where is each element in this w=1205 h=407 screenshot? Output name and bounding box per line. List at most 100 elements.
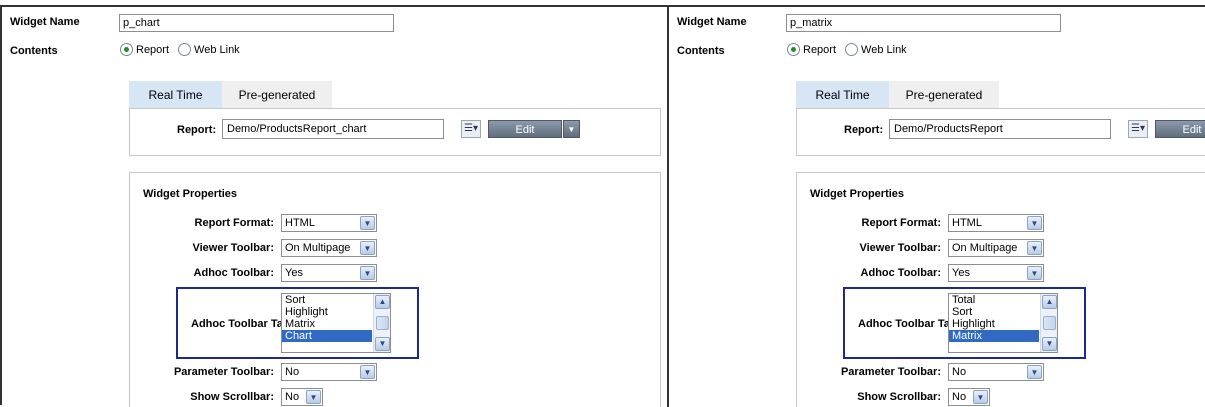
adhoc-toolbar-label: Adhoc Toolbar: bbox=[860, 267, 941, 279]
list-item[interactable]: Sort bbox=[949, 306, 1039, 318]
chevron-down-icon: ▼ bbox=[1027, 241, 1042, 255]
contents-label: Contents bbox=[677, 45, 725, 57]
scroll-thumb[interactable] bbox=[376, 316, 389, 330]
report-source-tabs: Real Time Pre-generated bbox=[129, 81, 332, 118]
adhoc-toolbar-select[interactable]: Yes ▼ bbox=[948, 264, 1044, 282]
scroll-up-icon[interactable]: ▲ bbox=[1042, 295, 1057, 309]
widget-properties-box: Widget Properties Report Format: HTML ▼ … bbox=[129, 172, 661, 407]
adhoc-toolbar-label: Adhoc Toolbar: bbox=[193, 267, 274, 279]
show-scrollbar-value: No bbox=[285, 391, 300, 403]
chevron-down-icon: ▼ bbox=[973, 390, 988, 404]
edit-button[interactable]: Edit bbox=[1155, 120, 1205, 138]
parameter-toolbar-value: No bbox=[285, 366, 300, 378]
scroll-thumb[interactable] bbox=[1043, 316, 1056, 330]
parameter-toolbar-label: Parameter Toolbar: bbox=[840, 366, 941, 378]
list-item[interactable]: Highlight bbox=[282, 306, 372, 318]
chevron-down-icon: ▼ bbox=[1027, 216, 1042, 230]
scroll-down-icon[interactable]: ▼ bbox=[1042, 337, 1057, 351]
weblink-radio-label: Web Link bbox=[861, 43, 907, 56]
adhoc-toolbar-value: Yes bbox=[285, 267, 303, 279]
show-scrollbar-select[interactable]: No ▼ bbox=[948, 388, 990, 406]
scroll-down-icon[interactable]: ▼ bbox=[375, 337, 390, 351]
parameter-toolbar-select[interactable]: No ▼ bbox=[281, 363, 377, 381]
report-format-label: Report Format: bbox=[861, 217, 941, 229]
report-format-label: Report Format: bbox=[194, 217, 274, 229]
list-item-selected[interactable]: Matrix bbox=[949, 330, 1039, 342]
show-scrollbar-select[interactable]: No ▼ bbox=[281, 388, 323, 406]
contents-label: Contents bbox=[10, 45, 58, 57]
chevron-down-icon: ▼ bbox=[360, 365, 375, 379]
tab-real-time[interactable]: Real Time bbox=[796, 81, 889, 118]
widget-properties-box: Widget Properties Report Format: HTML ▼ … bbox=[796, 172, 1205, 407]
report-radio[interactable] bbox=[787, 43, 800, 56]
weblink-radio-label: Web Link bbox=[194, 43, 240, 56]
report-label: Report: bbox=[844, 124, 884, 136]
listbox-scrollbar[interactable]: ▲ ▼ bbox=[373, 294, 390, 352]
widget-properties-title: Widget Properties bbox=[810, 188, 905, 200]
adhoc-toolbar-select[interactable]: Yes ▼ bbox=[281, 264, 377, 282]
right-widget-panel: Widget Name p_matrix Contents Report Web… bbox=[671, 7, 1205, 407]
tree-browse-icon[interactable]: ☰▾ bbox=[461, 120, 481, 138]
report-selector-box: Report: Demo/ProductsReport_chart ☰▾ Edi… bbox=[129, 108, 661, 156]
report-format-value: HTML bbox=[952, 217, 982, 229]
widget-name-input[interactable]: p_matrix bbox=[786, 14, 1061, 32]
widget-name-label: Widget Name bbox=[10, 16, 80, 28]
contents-radio-group: Report Web Link bbox=[120, 43, 246, 56]
report-label: Report: bbox=[177, 124, 217, 136]
show-scrollbar-label: Show Scrollbar: bbox=[857, 391, 941, 403]
report-radio[interactable] bbox=[120, 43, 133, 56]
report-radio-label: Report bbox=[803, 43, 837, 56]
report-selector-box: Report: Demo/ProductsReport ☰▾ Edit ▼ bbox=[796, 108, 1205, 156]
chevron-down-icon: ▼ bbox=[360, 216, 375, 230]
tab-pre-generated[interactable]: Pre-generated bbox=[222, 81, 332, 110]
report-path-input[interactable]: Demo/ProductsReport bbox=[889, 119, 1111, 139]
contents-radio-group: Report Web Link bbox=[787, 43, 913, 56]
chevron-down-icon: ▼ bbox=[1027, 266, 1042, 280]
chevron-down-icon: ▼ bbox=[360, 266, 375, 280]
show-scrollbar-label: Show Scrollbar: bbox=[190, 391, 274, 403]
adhoc-tabs-highlight: Adhoc Toolbar Tabs: Total Sort Highlight… bbox=[843, 287, 1086, 359]
weblink-radio[interactable] bbox=[178, 43, 192, 56]
report-format-select[interactable]: HTML ▼ bbox=[948, 214, 1044, 232]
viewer-toolbar-label: Viewer Toolbar: bbox=[192, 242, 274, 254]
adhoc-toolbar-value: Yes bbox=[952, 267, 970, 279]
report-source-tabs: Real Time Pre-generated bbox=[796, 81, 999, 118]
edit-dropdown-icon[interactable]: ▼ bbox=[563, 120, 580, 138]
listbox-scrollbar[interactable]: ▲ ▼ bbox=[1040, 294, 1057, 352]
parameter-toolbar-value: No bbox=[952, 366, 967, 378]
list-item[interactable]: Matrix bbox=[282, 318, 372, 330]
viewer-toolbar-label: Viewer Toolbar: bbox=[859, 242, 941, 254]
widget-name-label: Widget Name bbox=[677, 16, 747, 28]
scroll-up-icon[interactable]: ▲ bbox=[375, 295, 390, 309]
report-format-value: HTML bbox=[285, 217, 315, 229]
widget-editor-frame: Widget Name p_chart Contents Report Web … bbox=[0, 5, 1205, 407]
left-widget-panel: Widget Name p_chart Contents Report Web … bbox=[4, 7, 669, 407]
viewer-toolbar-value: On Multipage bbox=[285, 242, 351, 254]
list-item[interactable]: Highlight bbox=[949, 318, 1039, 330]
report-path-input[interactable]: Demo/ProductsReport_chart bbox=[222, 119, 444, 139]
chevron-down-icon: ▼ bbox=[360, 241, 375, 255]
viewer-toolbar-value: On Multipage bbox=[952, 242, 1018, 254]
widget-name-input[interactable]: p_chart bbox=[119, 14, 394, 32]
list-item[interactable]: Total bbox=[949, 294, 1039, 306]
report-radio-label: Report bbox=[136, 43, 170, 56]
show-scrollbar-value: No bbox=[952, 391, 967, 403]
parameter-toolbar-select[interactable]: No ▼ bbox=[948, 363, 1044, 381]
tab-pre-generated[interactable]: Pre-generated bbox=[889, 81, 999, 110]
widget-properties-title: Widget Properties bbox=[143, 188, 238, 200]
weblink-radio[interactable] bbox=[845, 43, 859, 56]
edit-button[interactable]: Edit bbox=[488, 120, 562, 138]
chevron-down-icon: ▼ bbox=[1027, 365, 1042, 379]
viewer-toolbar-select[interactable]: On Multipage ▼ bbox=[948, 239, 1044, 257]
adhoc-toolbar-tabs-listbox[interactable]: Total Sort Highlight Matrix ▲ ▼ bbox=[948, 293, 1058, 353]
adhoc-toolbar-tabs-listbox[interactable]: Sort Highlight Matrix Chart ▲ ▼ bbox=[281, 293, 391, 353]
report-format-select[interactable]: HTML ▼ bbox=[281, 214, 377, 232]
list-item-selected[interactable]: Chart bbox=[282, 330, 372, 342]
viewer-toolbar-select[interactable]: On Multipage ▼ bbox=[281, 239, 377, 257]
parameter-toolbar-label: Parameter Toolbar: bbox=[173, 366, 274, 378]
tab-real-time[interactable]: Real Time bbox=[129, 81, 222, 118]
tree-browse-icon[interactable]: ☰▾ bbox=[1128, 120, 1148, 138]
list-item[interactable]: Sort bbox=[282, 294, 372, 306]
chevron-down-icon: ▼ bbox=[306, 390, 321, 404]
adhoc-tabs-highlight: Adhoc Toolbar Tabs: Sort Highlight Matri… bbox=[176, 287, 419, 359]
